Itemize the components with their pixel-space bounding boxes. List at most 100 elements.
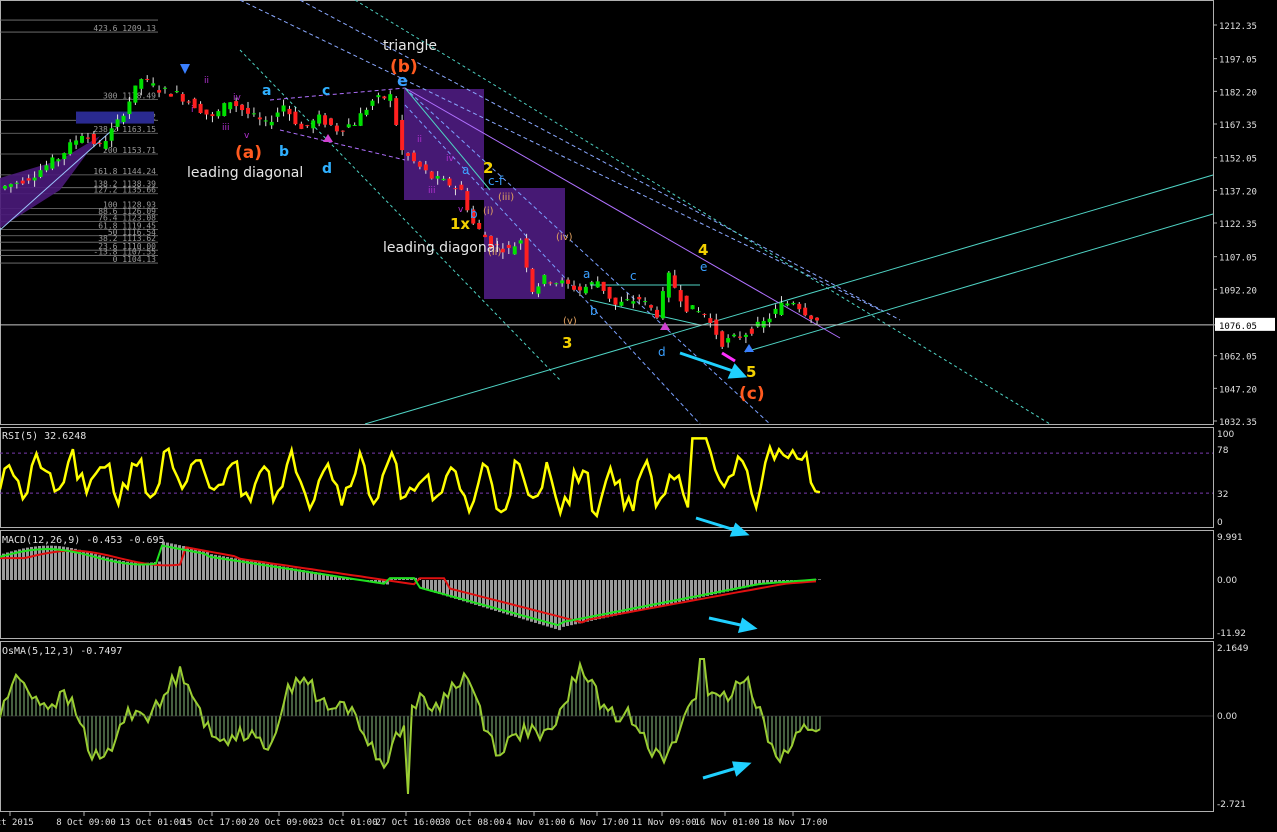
macd-bar	[14, 550, 17, 580]
candle-body	[767, 318, 772, 323]
candle-body	[447, 178, 452, 186]
macd-bar	[194, 548, 197, 580]
wave-label: ii	[417, 135, 422, 145]
candle-body	[180, 94, 185, 102]
candle-body	[145, 78, 150, 80]
candle-body	[435, 176, 440, 179]
macd-bar	[502, 580, 505, 614]
osma-tick-label: 0.00	[1217, 712, 1237, 722]
candle-body	[477, 223, 482, 229]
candle-body	[352, 125, 357, 127]
wave-label: ii	[204, 76, 209, 86]
trading-chart[interactable]: 423.6 1209.13300 1178.49261.8 1169.02238…	[0, 0, 1277, 832]
candle-body	[151, 83, 156, 86]
candle-body	[44, 165, 49, 171]
rsi-title: RSI(5) 32.6248	[2, 431, 86, 442]
candle-body	[595, 281, 600, 288]
candle-body	[560, 280, 565, 284]
price-tick-label: 1076.05	[1219, 322, 1257, 332]
wave-label: a	[262, 83, 271, 99]
candle-body	[317, 114, 322, 124]
rsi-tick-label: 78	[1217, 446, 1229, 456]
price-tick-label: 1032.35	[1219, 418, 1257, 428]
candle-body	[74, 140, 79, 145]
candle-body	[91, 133, 96, 144]
candle-body	[459, 184, 464, 190]
macd-bar	[626, 580, 629, 614]
candle-body	[32, 177, 37, 181]
macd-bar	[190, 547, 193, 580]
rsi-tick-label: 100	[1217, 430, 1234, 440]
candle-body	[382, 96, 387, 99]
macd-bar	[22, 548, 25, 580]
candle-body	[20, 180, 25, 184]
time-tick-label: 8 Oct 09:00	[56, 818, 116, 828]
macd-bar	[494, 580, 497, 611]
osma-tick-label: -2.721	[1217, 800, 1246, 810]
wave-label: c	[630, 269, 637, 283]
macd-bar	[546, 580, 549, 627]
rsi-tick-label: 32	[1217, 490, 1228, 500]
fib-label: 161.8 1144.24	[93, 167, 156, 176]
consolidation-box	[404, 89, 484, 200]
macd-bar	[50, 545, 53, 580]
wave-label: d	[658, 345, 666, 359]
candle-body	[358, 113, 363, 126]
wave-label: a	[583, 267, 590, 281]
candle-body	[62, 153, 67, 160]
macd-bar	[498, 580, 501, 613]
candle-body	[97, 142, 102, 144]
candle-body	[50, 157, 55, 169]
candle-body	[637, 296, 642, 300]
macd-bar	[70, 547, 73, 580]
rsi-tick-label: 0	[1217, 518, 1223, 528]
wave-label: iv	[446, 154, 455, 164]
macd-bar	[518, 580, 521, 619]
candle-body	[566, 279, 571, 284]
macd-bar	[574, 580, 577, 625]
price-tick-label: 1137.20	[1219, 187, 1257, 197]
wave-label: 5	[746, 363, 756, 381]
candle-body	[346, 124, 351, 128]
candle-body	[649, 305, 654, 308]
time-tick-label: 6 Nov 17:00	[569, 818, 629, 828]
osma-title: OsMA(5,12,3) -0.7497	[2, 646, 122, 657]
candle-body	[589, 282, 594, 285]
candle-body	[803, 307, 808, 316]
wave-label: v	[458, 205, 464, 215]
candle-body	[423, 164, 428, 171]
wave-label: iii	[428, 186, 436, 196]
candle-body	[542, 274, 547, 285]
candle-body	[127, 101, 132, 115]
candle-body	[275, 112, 280, 117]
candle-body	[755, 321, 760, 327]
wave-label: (i)	[483, 206, 494, 217]
wave-label: b	[590, 304, 598, 318]
macd-bar	[42, 545, 45, 580]
candle-body	[210, 114, 215, 117]
macd-bar	[818, 579, 821, 580]
candle-body	[607, 287, 612, 299]
macd-bar	[634, 580, 637, 612]
macd-bar	[466, 580, 469, 603]
macd-tick-label: -11.92	[1217, 629, 1246, 639]
candle-body	[163, 87, 168, 89]
wave-label: iv	[233, 93, 242, 103]
macd-bar	[198, 549, 201, 580]
macd-bar	[606, 580, 609, 618]
macd-bar	[506, 580, 509, 615]
candle-body	[222, 103, 227, 117]
macd-bar	[26, 547, 29, 580]
wave-label: iii	[222, 123, 230, 133]
macd-bar	[526, 580, 529, 621]
macd-bar	[474, 580, 477, 605]
candle-body	[654, 309, 659, 318]
candle-body	[133, 85, 138, 103]
macd-bar	[162, 541, 165, 580]
candle-body	[720, 331, 725, 347]
candle-body	[340, 130, 345, 132]
macd-bar	[522, 580, 525, 620]
candle-body	[732, 334, 737, 337]
candle-body	[530, 268, 535, 293]
candle-body	[311, 120, 316, 129]
